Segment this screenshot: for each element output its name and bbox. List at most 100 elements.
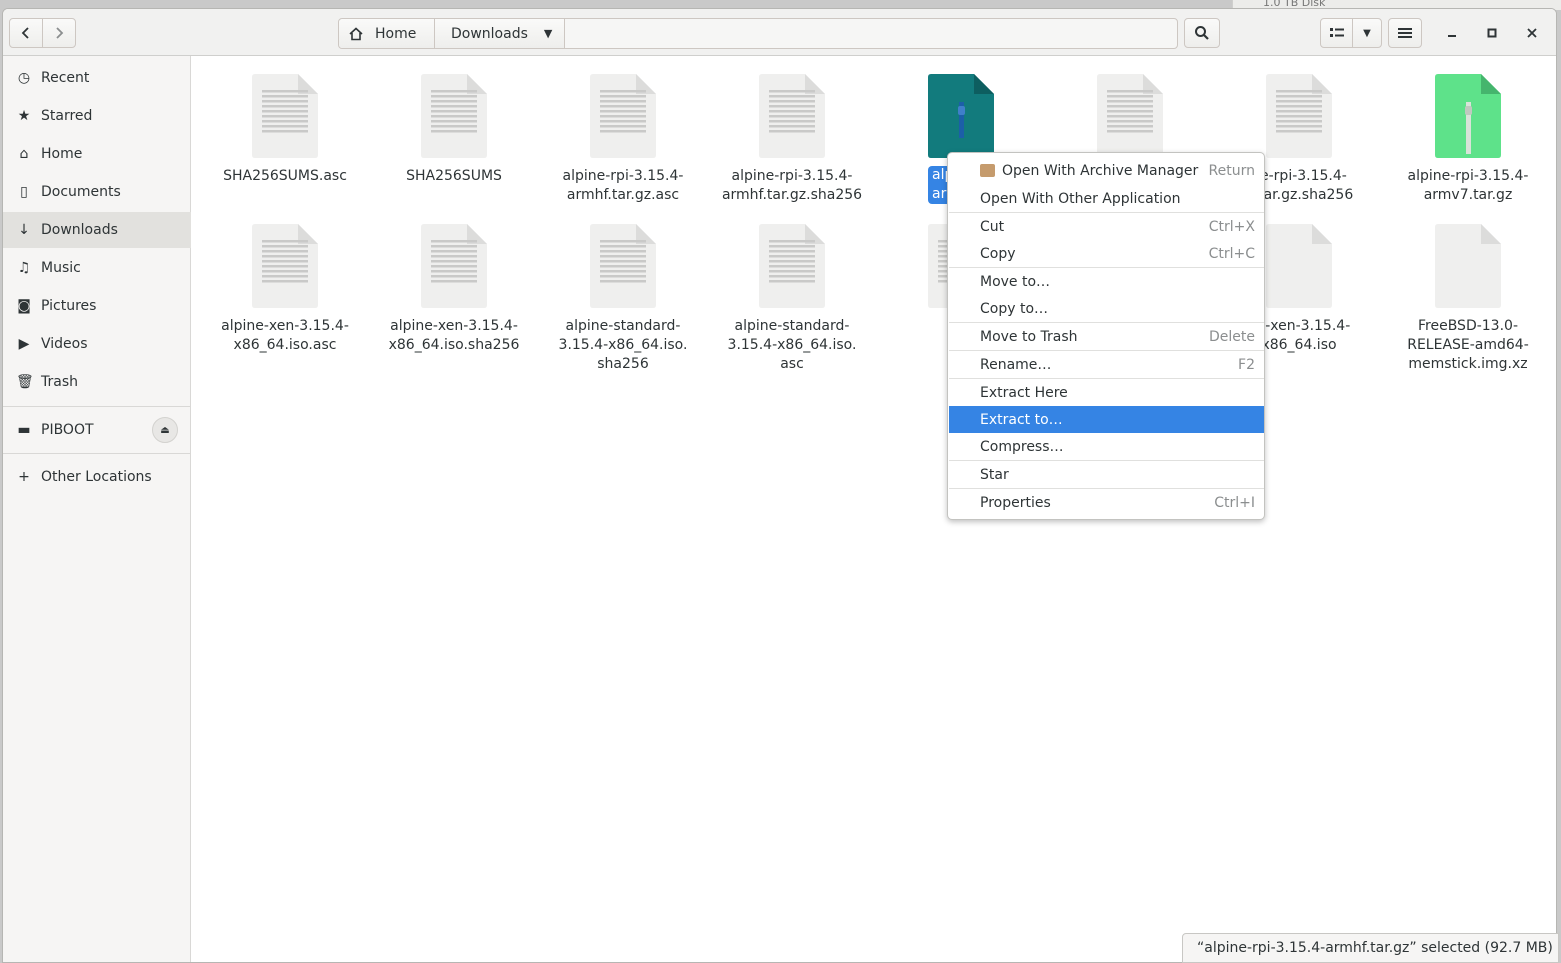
- menu-item-move-to[interactable]: Move to…: [949, 268, 1264, 295]
- sidebar-item-trash[interactable]: 🗑 Trash: [3, 364, 191, 400]
- file-name: alpine-standard- 3.15.4-x86_64.iso. asc: [709, 317, 875, 374]
- text-file-icon: [1435, 224, 1501, 308]
- plus-icon: +: [18, 469, 30, 485]
- sidebar: ◷ Recent ★ Starred ⌂ Home ▯ Documents ↓ Downl…: [3, 56, 191, 962]
- menu-item-label: Compress…: [980, 438, 1064, 455]
- sidebar-item-home[interactable]: ⌂ Home: [3, 136, 191, 172]
- file-name: SHA256SUMS: [371, 167, 537, 186]
- list-view-icon: [1329, 28, 1344, 37]
- chevron-right-icon: [56, 27, 64, 39]
- video-icon: ▶: [18, 336, 30, 352]
- menu-item-label: Move to…: [980, 273, 1051, 290]
- menu-item-open-archive-manager[interactable]: Open With Archive Manager Return: [949, 157, 1264, 184]
- menu-item-label: Rename…: [980, 356, 1052, 373]
- document-icon: ▯: [20, 184, 28, 200]
- path-bar: Home Downloads ▼: [338, 18, 1178, 49]
- main-menu-button[interactable]: [1388, 18, 1422, 48]
- file-name-line: x86_64.iso.asc: [233, 337, 337, 353]
- sidebar-item-music[interactable]: ♫ Music: [3, 250, 191, 286]
- download-icon: ↓: [18, 222, 30, 238]
- sidebar-item-label: Music: [41, 260, 81, 276]
- text-file-icon: [1266, 224, 1332, 308]
- path-current-label: Downloads: [451, 25, 528, 42]
- maximize-icon: [1487, 28, 1497, 38]
- menu-item-label: Open With Archive Manager: [1002, 162, 1199, 179]
- menu-item-extract-to[interactable]: Extract to…: [949, 406, 1264, 433]
- menu-item-cut[interactable]: Cut Ctrl+X: [949, 213, 1264, 240]
- menu-item-copy-to[interactable]: Copy to…: [949, 295, 1264, 322]
- file-name-line: alpine-rpi-3.15.4-: [731, 168, 853, 184]
- search-button[interactable]: [1184, 18, 1220, 48]
- sidebar-item-label: Recent: [41, 70, 90, 86]
- chevron-down-icon: ▼: [543, 27, 553, 40]
- menu-item-properties[interactable]: Properties Ctrl+I: [949, 489, 1264, 516]
- view-toggle-button[interactable]: [1320, 18, 1353, 48]
- text-file-icon: [252, 74, 318, 158]
- selection-status-bar: “alpine-rpi-3.15.4-armhf.tar.gz” selecte…: [1182, 933, 1559, 963]
- menu-item-rename[interactable]: Rename… F2: [949, 351, 1264, 378]
- menu-item-star[interactable]: Star: [949, 461, 1264, 488]
- view-options-button[interactable]: ▼: [1352, 18, 1382, 48]
- menu-item-label: Properties: [980, 494, 1051, 511]
- search-icon: [1195, 26, 1209, 40]
- sidebar-item-starred[interactable]: ★ Starred: [3, 98, 191, 134]
- file-name-line: sha256: [597, 356, 649, 372]
- file-name-line: armhf.tar.gz.sha256: [721, 187, 863, 203]
- eject-button[interactable]: ⏏: [152, 417, 178, 443]
- menu-item-accel: Ctrl+C: [1208, 245, 1255, 262]
- forward-button[interactable]: [42, 18, 76, 48]
- text-file-icon: [759, 224, 825, 308]
- file-name: alpine-rpi-3.15.4- armhf.tar.gz.sha256: [709, 167, 875, 205]
- status-text: “alpine-rpi-3.15.4-armhf.tar.gz” selecte…: [1197, 940, 1553, 956]
- menu-item-label: Open With Other Application: [980, 190, 1181, 207]
- file-manager-window: Home Downloads ▼ ▼ ◷ Recent ★ Starred ⌂ …: [2, 8, 1557, 963]
- star-icon: ★: [17, 108, 31, 124]
- menu-item-accel: Ctrl+I: [1214, 494, 1255, 511]
- menu-item-extract-here[interactable]: Extract Here: [949, 379, 1264, 406]
- file-name-line: 3.15.4-x86_64.iso.: [558, 337, 688, 353]
- sidebar-item-label: Downloads: [41, 222, 118, 238]
- menu-item-label: Extract Here: [980, 384, 1068, 401]
- menu-item-label: Copy: [980, 245, 1016, 262]
- hamburger-icon: [1398, 28, 1412, 38]
- sidebar-item-pictures[interactable]: ◙ Pictures: [3, 288, 191, 324]
- home-icon: [349, 26, 363, 40]
- menu-item-label: Copy to…: [980, 300, 1049, 317]
- path-home-label: Home: [375, 25, 417, 42]
- file-name-line: SHA256SUMS.asc: [223, 168, 347, 184]
- sidebar-item-videos[interactable]: ▶ Videos: [3, 326, 191, 362]
- menu-item-compress[interactable]: Compress…: [949, 433, 1264, 460]
- eject-icon: ⏏: [160, 424, 170, 436]
- file-name-line: alpine-standard-: [734, 318, 850, 334]
- sidebar-item-downloads[interactable]: ↓ Downloads: [3, 212, 191, 248]
- menu-item-accel: Ctrl+X: [1208, 218, 1255, 235]
- text-file-icon: [1097, 74, 1163, 158]
- sidebar-item-recent[interactable]: ◷ Recent: [3, 60, 191, 96]
- header-bar: Home Downloads ▼ ▼: [3, 9, 1556, 56]
- sidebar-item-other-locations[interactable]: + Other Locations: [3, 459, 191, 495]
- menu-item-label: Star: [980, 466, 1009, 483]
- archive-file-icon: [928, 74, 994, 158]
- drive-icon: ▬: [17, 422, 31, 438]
- menu-item-label: Cut: [980, 218, 1005, 235]
- close-icon: [1527, 28, 1537, 38]
- menu-item-move-to-trash[interactable]: Move to Trash Delete: [949, 323, 1264, 350]
- sidebar-item-documents[interactable]: ▯ Documents: [3, 174, 191, 210]
- archive-file-icon: [1435, 74, 1501, 158]
- sidebar-item-piboot[interactable]: ▬ PIBOOT ⏏: [3, 412, 191, 448]
- sidebar-item-label: Pictures: [41, 298, 97, 314]
- minimize-button[interactable]: [1437, 18, 1467, 48]
- path-current-button[interactable]: Downloads ▼: [435, 19, 565, 48]
- file-name: alpine-xen-3.15.4- x86_64.iso.asc: [202, 317, 368, 355]
- menu-item-open-other-app[interactable]: Open With Other Application: [949, 185, 1264, 212]
- sidebar-item-label: Home: [41, 146, 83, 162]
- maximize-button[interactable]: [1477, 18, 1507, 48]
- menu-item-copy[interactable]: Copy Ctrl+C: [949, 240, 1264, 267]
- file-name-line: x86_64.iso.sha256: [388, 337, 520, 353]
- music-icon: ♫: [17, 260, 31, 276]
- file-name-line: alpine-rpi-3.15.4-: [1407, 168, 1529, 184]
- sidebar-item-label: Starred: [41, 108, 93, 124]
- back-button[interactable]: [9, 18, 43, 48]
- close-button[interactable]: [1517, 18, 1547, 48]
- path-home-button[interactable]: Home: [339, 19, 435, 48]
